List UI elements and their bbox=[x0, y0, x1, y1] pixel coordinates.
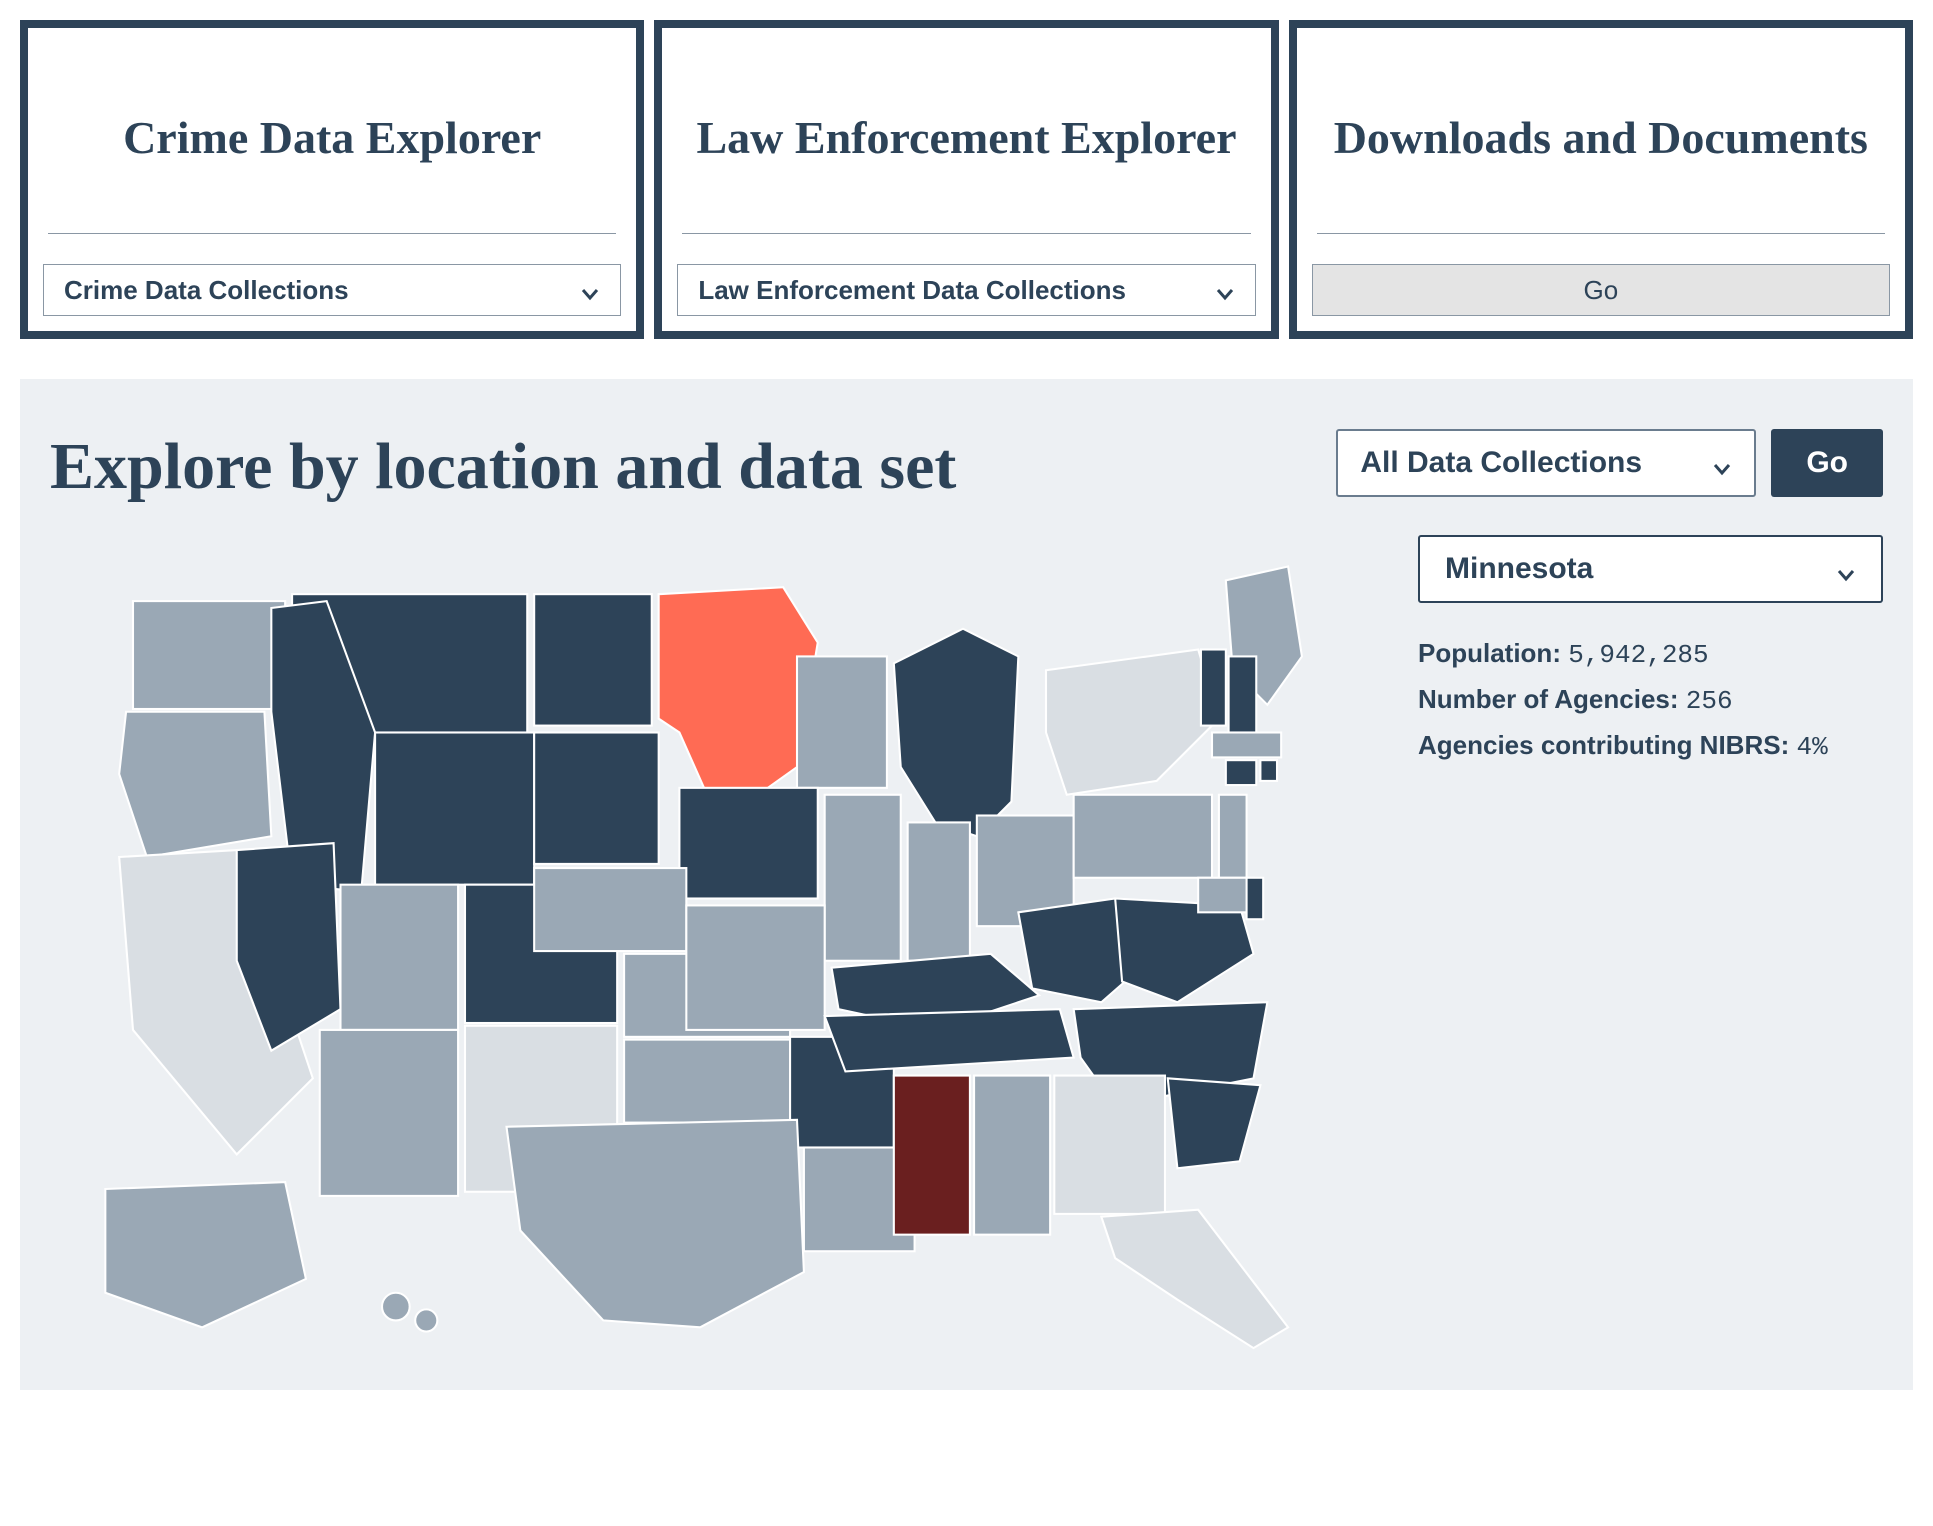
controls-row: All Data Collections Go bbox=[1336, 429, 1883, 497]
explore-header: Explore by location and data set All Dat… bbox=[50, 429, 1883, 505]
state-WI[interactable] bbox=[797, 656, 887, 787]
state-ND[interactable] bbox=[534, 594, 652, 725]
stat-value: 5,942,285 bbox=[1568, 640, 1708, 670]
state-SD[interactable] bbox=[534, 733, 659, 864]
state-VT[interactable] bbox=[1201, 650, 1226, 726]
state-HI[interactable] bbox=[382, 1293, 410, 1321]
state-CT[interactable] bbox=[1226, 760, 1256, 785]
state-VA[interactable] bbox=[1115, 899, 1253, 1003]
state-DE[interactable] bbox=[1247, 878, 1264, 920]
state-TX[interactable] bbox=[507, 1120, 804, 1328]
card-law-enforcement-explorer: Law Enforcement Explorer Law Enforcement… bbox=[654, 20, 1278, 339]
explore-body: Minnesota Population: 5,942,285 Number o… bbox=[50, 525, 1883, 1360]
stat-nibrs: Agencies contributing NIBRS: 4% bbox=[1418, 730, 1883, 762]
state-OK[interactable] bbox=[624, 1040, 790, 1123]
stat-label: Population: bbox=[1418, 638, 1561, 668]
state-TN[interactable] bbox=[825, 1009, 1074, 1071]
chevron-down-icon bbox=[1215, 280, 1235, 300]
state-OR[interactable] bbox=[119, 712, 271, 857]
state-MI[interactable] bbox=[894, 629, 1019, 837]
chevron-down-icon bbox=[1836, 559, 1856, 579]
button-label: Go bbox=[1583, 275, 1618, 306]
stat-population: Population: 5,942,285 bbox=[1418, 638, 1883, 670]
card-crime-data-explorer: Crime Data Explorer Crime Data Collectio… bbox=[20, 20, 644, 339]
card-downloads-documents: Downloads and Documents Go bbox=[1289, 20, 1913, 339]
explore-section: Explore by location and data set All Dat… bbox=[20, 379, 1913, 1390]
explore-title: Explore by location and data set bbox=[50, 429, 1316, 505]
state-UT[interactable] bbox=[341, 885, 459, 1030]
explore-controls: All Data Collections Go bbox=[1336, 429, 1883, 497]
state-SC[interactable] bbox=[1168, 1078, 1261, 1168]
state-MS[interactable] bbox=[894, 1076, 970, 1235]
state-NY[interactable] bbox=[1046, 650, 1219, 795]
state-HI-2[interactable] bbox=[415, 1309, 437, 1331]
state-AK[interactable] bbox=[105, 1182, 306, 1327]
state-WA[interactable] bbox=[133, 601, 285, 709]
state-GA[interactable] bbox=[1054, 1076, 1165, 1214]
state-MO[interactable] bbox=[686, 905, 824, 1030]
state-WY[interactable] bbox=[375, 733, 534, 885]
state-AZ[interactable] bbox=[320, 1030, 458, 1196]
stat-agencies: Number of Agencies: 256 bbox=[1418, 684, 1883, 716]
card-title: Law Enforcement Explorer bbox=[662, 28, 1270, 233]
state-sidebar: Minnesota Population: 5,942,285 Number o… bbox=[1418, 525, 1883, 1360]
state-select[interactable]: Minnesota bbox=[1418, 535, 1883, 603]
state-IL[interactable] bbox=[825, 795, 901, 961]
state-NE[interactable] bbox=[534, 868, 686, 951]
stat-label: Number of Agencies: bbox=[1418, 684, 1679, 714]
stat-value: 256 bbox=[1686, 686, 1733, 716]
chevron-down-icon bbox=[580, 280, 600, 300]
dataset-select[interactable]: All Data Collections bbox=[1336, 429, 1756, 497]
state-MD[interactable] bbox=[1198, 878, 1253, 913]
state-IA[interactable] bbox=[679, 788, 817, 899]
top-cards-row: Crime Data Explorer Crime Data Collectio… bbox=[20, 20, 1913, 339]
state-RI[interactable] bbox=[1260, 760, 1277, 781]
divider bbox=[682, 233, 1250, 234]
card-title: Crime Data Explorer bbox=[28, 28, 636, 233]
explore-go-button[interactable]: Go bbox=[1771, 429, 1883, 497]
state-NJ[interactable] bbox=[1219, 795, 1247, 878]
stat-label: Agencies contributing NIBRS: bbox=[1418, 730, 1789, 760]
state-MA[interactable] bbox=[1212, 733, 1281, 758]
state-IN[interactable] bbox=[908, 822, 970, 960]
state-NH[interactable] bbox=[1229, 656, 1257, 732]
state-select-label: Minnesota bbox=[1445, 552, 1593, 586]
stat-value: 4% bbox=[1796, 732, 1827, 762]
state-PA[interactable] bbox=[1074, 795, 1212, 878]
crime-data-collections-dropdown[interactable]: Crime Data Collections bbox=[43, 264, 621, 316]
law-enforcement-collections-dropdown[interactable]: Law Enforcement Data Collections bbox=[677, 264, 1255, 316]
dropdown-label: Law Enforcement Data Collections bbox=[698, 275, 1126, 306]
state-FL[interactable] bbox=[1101, 1210, 1288, 1348]
card-title: Downloads and Documents bbox=[1297, 28, 1905, 233]
us-map-svg bbox=[50, 525, 1378, 1355]
downloads-go-button[interactable]: Go bbox=[1312, 264, 1890, 316]
chevron-down-icon bbox=[1712, 453, 1732, 473]
dropdown-label: Crime Data Collections bbox=[64, 275, 349, 306]
us-map[interactable] bbox=[50, 525, 1378, 1360]
state-AL[interactable] bbox=[974, 1076, 1050, 1235]
select-label: All Data Collections bbox=[1360, 446, 1642, 480]
divider bbox=[48, 233, 616, 234]
divider bbox=[1317, 233, 1885, 234]
state-MN[interactable] bbox=[659, 587, 818, 801]
